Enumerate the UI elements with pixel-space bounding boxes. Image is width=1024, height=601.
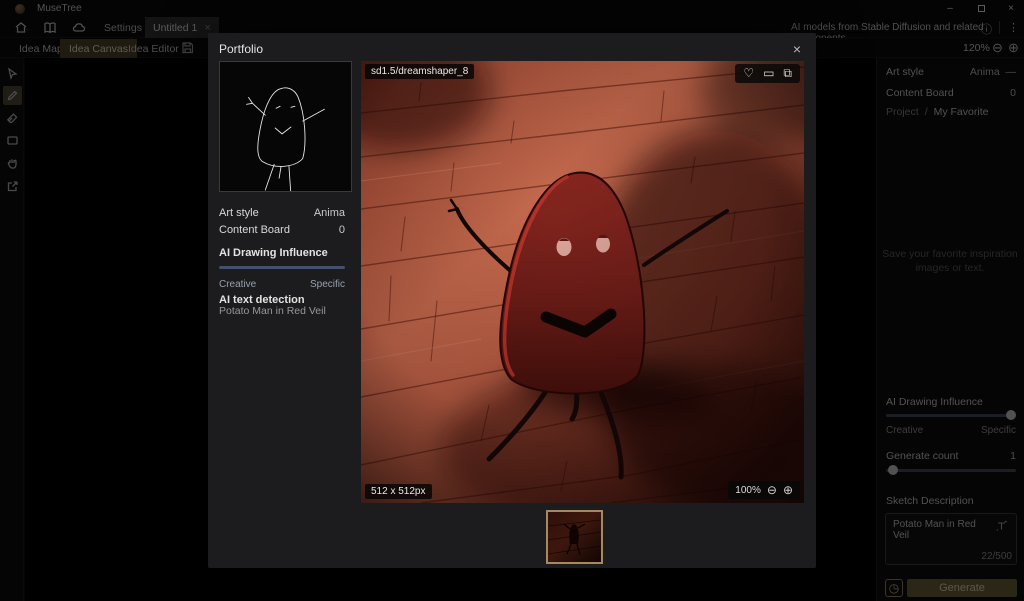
- modal-influence-minmax: CreativeSpecific: [219, 279, 345, 290]
- modal-influence-slider[interactable]: [219, 266, 345, 269]
- dialog-close-icon[interactable]: ×: [788, 40, 806, 58]
- zoom-in-icon[interactable]: ⊕: [783, 483, 793, 497]
- add-to-board-icon[interactable]: ▭: [763, 64, 774, 83]
- favorite-heart-icon[interactable]: ♡: [743, 64, 754, 83]
- modal-content-board-row: Content Board 0: [219, 224, 345, 236]
- image-zoom-level: 100%: [735, 485, 761, 496]
- zoom-out-icon[interactable]: ⊖: [767, 483, 777, 497]
- modal-art-style-value: Anima: [314, 207, 345, 219]
- image-size-badge: 512 x 512px: [365, 484, 432, 499]
- modal-art-style-row: Art style Anima: [219, 207, 345, 219]
- model-name-badge: sd1.5/dreamshaper_8: [365, 64, 474, 79]
- image-zoom-controls: 100% ⊖ ⊕: [728, 481, 800, 499]
- filmstrip-thumbnail-selected[interactable]: [546, 510, 603, 564]
- modal-content-board-value: 0: [339, 224, 345, 236]
- sketch-preview: [219, 61, 352, 192]
- generated-image[interactable]: sd1.5/dreamshaper_8 ♡ ▭ ⧉ 512 x 512px 10…: [361, 61, 804, 503]
- dialog-title: Portfolio: [219, 42, 263, 56]
- portfolio-dialog: Portfolio × Art style Anima Content Boar…: [208, 33, 816, 568]
- app-window: MuseTree – × Settings × Untitled 1 × AI …: [0, 0, 1024, 601]
- modal-text-detection-value: Potato Man in Red Veil: [219, 305, 326, 317]
- modal-content-board-label: Content Board: [219, 224, 290, 236]
- open-external-icon[interactable]: ⧉: [783, 64, 792, 83]
- image-actions: ♡ ▭ ⧉: [735, 64, 800, 83]
- modal-art-style-label: Art style: [219, 207, 259, 219]
- modal-influence-label: AI Drawing Influence: [219, 247, 328, 259]
